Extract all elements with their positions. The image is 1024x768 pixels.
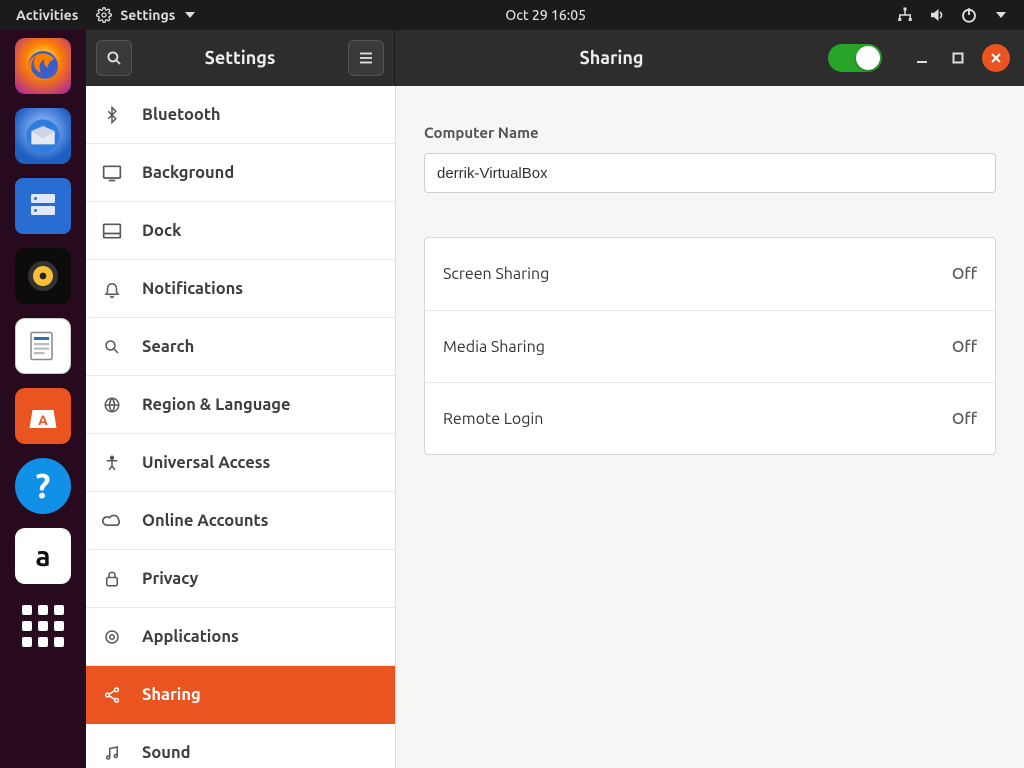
maximize-icon — [952, 52, 964, 64]
gear-icon — [96, 7, 112, 23]
maximize-button[interactable] — [946, 46, 970, 70]
dock-item-help[interactable]: ? — [15, 458, 71, 514]
row-remote-login[interactable]: Remote Login Off — [425, 382, 995, 454]
close-button[interactable] — [982, 44, 1010, 72]
launcher-dock: A ? a — [0, 30, 86, 768]
sharing-master-toggle[interactable] — [828, 44, 882, 72]
sidebar-item-label: Universal Access — [142, 454, 270, 472]
search-button[interactable] — [96, 40, 132, 76]
dock-item-show-applications[interactable] — [15, 598, 71, 654]
app-menu[interactable]: Settings — [96, 7, 195, 23]
row-status: Off — [952, 338, 977, 356]
sidebar-item-label: Notifications — [142, 280, 243, 298]
row-media-sharing[interactable]: Media Sharing Off — [425, 310, 995, 382]
universal-access-icon — [100, 454, 124, 472]
privacy-icon — [100, 570, 124, 588]
sidebar-item-sharing[interactable]: Sharing — [86, 666, 395, 724]
notifications-icon — [100, 280, 124, 298]
dock-item-files[interactable] — [15, 178, 71, 234]
background-icon — [100, 164, 124, 182]
row-label: Remote Login — [443, 410, 543, 428]
sidebar-item-online-accounts[interactable]: Online Accounts — [86, 492, 395, 550]
sidebar-item-dock[interactable]: Dock — [86, 202, 395, 260]
sidebar-item-universal-access[interactable]: Universal Access — [86, 434, 395, 492]
sharing-pane: Computer Name Screen Sharing Off Media S… — [396, 86, 1024, 768]
window-header: Settings Sharing — [86, 30, 1024, 86]
dock-item-rhythmbox[interactable] — [15, 248, 71, 304]
sidebar-item-bluetooth[interactable]: Bluetooth — [86, 86, 395, 144]
network-icon — [896, 6, 914, 24]
activities-button[interactable]: Activities — [16, 7, 78, 23]
sidebar-item-label: Online Accounts — [142, 512, 268, 530]
computer-name-input[interactable] — [424, 153, 996, 193]
sidebar-item-label: Background — [142, 164, 234, 182]
dock-item-ubuntu-software[interactable]: A — [15, 388, 71, 444]
row-label: Media Sharing — [443, 338, 545, 356]
chevron-down-icon — [996, 12, 1006, 18]
row-status: Off — [952, 265, 977, 283]
hamburger-icon — [357, 49, 375, 67]
search-icon — [100, 338, 124, 356]
sidebar-item-label: Region & Language — [142, 396, 291, 414]
sharing-options-list: Screen Sharing Off Media Sharing Off Rem… — [424, 237, 996, 455]
sidebar-item-sound[interactable]: Sound — [86, 724, 395, 768]
svg-text:A: A — [38, 412, 48, 428]
sidebar-item-label: Dock — [142, 222, 181, 240]
sidebar-item-privacy[interactable]: Privacy — [86, 550, 395, 608]
sharing-icon — [100, 686, 124, 704]
minimize-icon — [915, 51, 929, 65]
row-screen-sharing[interactable]: Screen Sharing Off — [425, 238, 995, 310]
computer-name-label: Computer Name — [424, 124, 996, 141]
search-icon — [105, 49, 123, 67]
top-bar: Activities Settings Oct 29 16:05 — [0, 0, 1024, 30]
dock-item-amazon[interactable]: a — [15, 528, 71, 584]
dock-item-writer[interactable] — [15, 318, 71, 374]
applications-icon — [100, 628, 124, 646]
power-icon — [960, 6, 978, 24]
settings-sidebar: Bluetooth Background Dock Notifications … — [86, 86, 396, 768]
sidebar-item-label: Search — [142, 338, 194, 356]
row-status: Off — [952, 410, 977, 428]
dock-icon — [100, 222, 124, 240]
sound-icon — [100, 744, 124, 762]
bluetooth-icon — [100, 106, 124, 124]
sidebar-item-label: Sound — [142, 744, 191, 762]
dock-item-firefox[interactable] — [15, 38, 71, 94]
sidebar-item-label: Bluetooth — [142, 106, 221, 124]
dock-item-thunderbird[interactable] — [15, 108, 71, 164]
sidebar-item-background[interactable]: Background — [86, 144, 395, 202]
clock[interactable]: Oct 29 16:05 — [195, 7, 896, 23]
settings-window: Settings Sharing — [86, 30, 1024, 768]
sidebar-item-search[interactable]: Search — [86, 318, 395, 376]
hamburger-menu-button[interactable] — [348, 40, 384, 76]
sidebar-item-label: Sharing — [142, 686, 201, 704]
online-accounts-icon — [100, 513, 124, 529]
row-label: Screen Sharing — [443, 265, 549, 283]
pane-title: Sharing — [395, 48, 828, 68]
minimize-button[interactable] — [910, 46, 934, 70]
sidebar-item-applications[interactable]: Applications — [86, 608, 395, 666]
close-icon — [990, 52, 1002, 64]
region-icon — [100, 396, 124, 414]
sidebar-item-label: Applications — [142, 628, 239, 646]
sidebar-item-label: Privacy — [142, 570, 198, 588]
chevron-down-icon — [185, 12, 195, 18]
sidebar-item-region-language[interactable]: Region & Language — [86, 376, 395, 434]
volume-icon — [928, 6, 946, 24]
system-tray[interactable] — [896, 6, 1024, 24]
sidebar-item-notifications[interactable]: Notifications — [86, 260, 395, 318]
app-menu-label: Settings — [120, 7, 175, 23]
